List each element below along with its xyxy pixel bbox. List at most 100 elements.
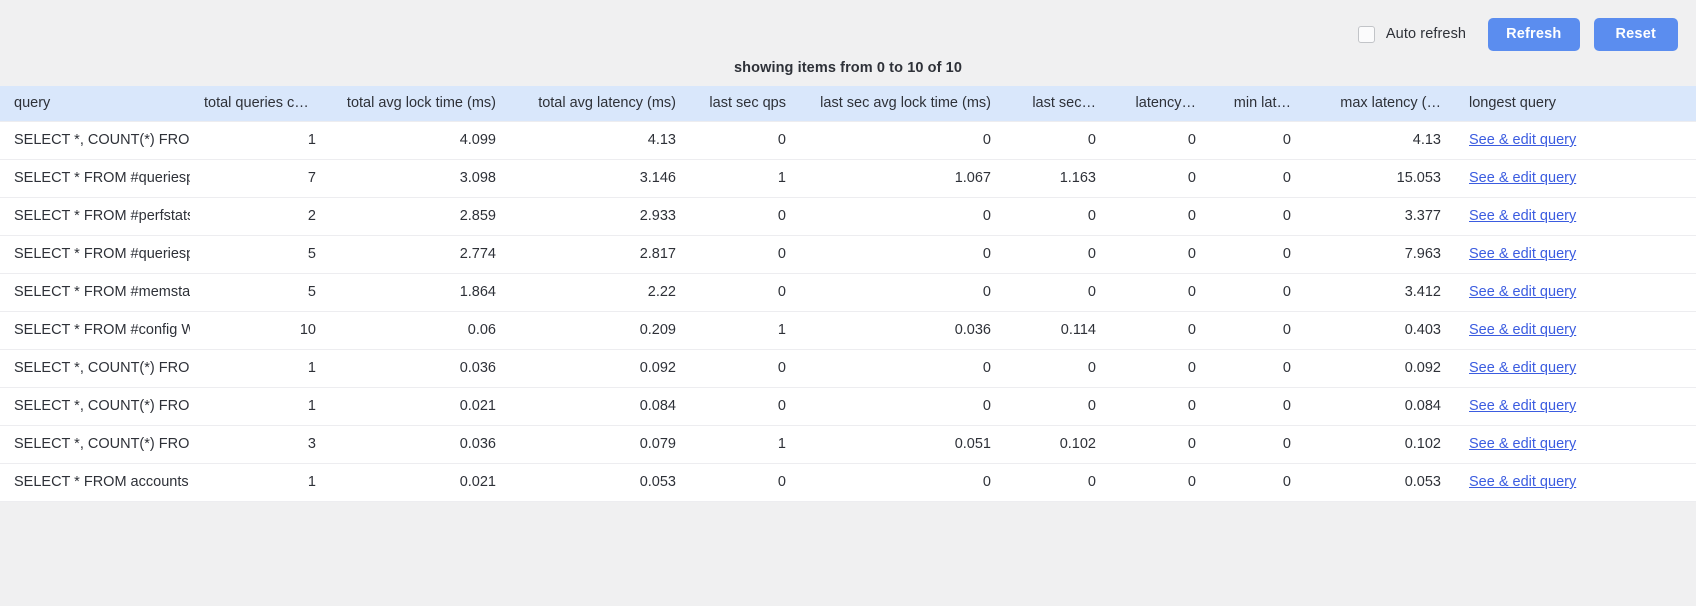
column-header-total-queries-count[interactable]: total queries count [190, 86, 330, 121]
query-cell: SELECT * FROM #config WHE [0, 311, 190, 350]
last-sec-cell: 0 [1005, 387, 1110, 426]
last-sec-avg-lock-time-cell: 0 [800, 235, 1005, 274]
max-latency-cell: 0.102 [1305, 425, 1455, 464]
max-latency-cell: 4.13 [1305, 120, 1455, 160]
see-and-edit-query-link[interactable]: See & edit query [1469, 132, 1576, 148]
table-row[interactable]: SELECT *, COUNT(*) FROM #a14.0994.130000… [0, 120, 1696, 160]
total-avg-lock-time-cell: 0.06 [330, 311, 510, 350]
total-avg-lock-time-cell: 0.021 [330, 463, 510, 502]
see-and-edit-query-link[interactable]: See & edit query [1469, 170, 1576, 186]
column-header-min-latency[interactable]: min lat… [1210, 86, 1305, 121]
total-queries-count-cell: 1 [190, 463, 330, 502]
total-queries-count-cell: 1 [190, 120, 330, 160]
last-sec-cell: 0 [1005, 273, 1110, 312]
last-sec-qps-cell: 0 [690, 349, 800, 388]
last-sec-avg-lock-time-cell: 0 [800, 387, 1005, 426]
latency-cell: 0 [1110, 463, 1210, 502]
max-latency-cell: 0.084 [1305, 387, 1455, 426]
total-queries-count-cell: 5 [190, 235, 330, 274]
total-avg-lock-time-cell: 0.036 [330, 349, 510, 388]
see-and-edit-query-link[interactable]: See & edit query [1469, 398, 1576, 414]
total-queries-count-cell: 1 [190, 349, 330, 388]
column-header-last-sec[interactable]: last sec… [1005, 86, 1110, 121]
total-queries-count-cell: 7 [190, 159, 330, 198]
table-row[interactable]: SELECT *, COUNT(*) FROM #c30.0360.07910.… [0, 425, 1696, 464]
total-avg-lock-time-cell: 1.864 [330, 273, 510, 312]
table-row[interactable]: SELECT * FROM #memstats C51.8642.2200000… [0, 273, 1696, 312]
refresh-button[interactable]: Refresh [1488, 17, 1580, 51]
see-and-edit-query-link[interactable]: See & edit query [1469, 322, 1576, 338]
table-row[interactable]: SELECT * FROM #queriesperf52.7742.817000… [0, 235, 1696, 274]
min-latency-cell: 0 [1210, 197, 1305, 236]
see-and-edit-query-link[interactable]: See & edit query [1469, 436, 1576, 452]
latency-cell: 0 [1110, 159, 1210, 198]
total-queries-count-cell: 5 [190, 273, 330, 312]
auto-refresh-label: Auto refresh [1385, 26, 1467, 42]
queries-table: query total queries count total avg lock… [0, 86, 1696, 502]
total-avg-latency-cell: 3.146 [510, 159, 690, 198]
last-sec-avg-lock-time-cell: 0.036 [800, 311, 1005, 350]
query-cell: SELECT *, COUNT(*) FROM #a [0, 120, 190, 160]
longest-query-cell: See & edit query [1455, 120, 1696, 160]
total-avg-lock-time-cell: 2.859 [330, 197, 510, 236]
column-header-latency[interactable]: latency… [1110, 86, 1210, 121]
queries-table-container: query total queries count total avg lock… [0, 86, 1696, 502]
min-latency-cell: 0 [1210, 120, 1305, 160]
header-row: query total queries count total avg lock… [0, 86, 1696, 121]
last-sec-qps-cell: 0 [690, 197, 800, 236]
last-sec-avg-lock-time-cell: 0.051 [800, 425, 1005, 464]
total-queries-count-cell: 2 [190, 197, 330, 236]
last-sec-avg-lock-time-cell: 1.067 [800, 159, 1005, 198]
last-sec-avg-lock-time-cell: 0 [800, 349, 1005, 388]
last-sec-avg-lock-time-cell: 0 [800, 273, 1005, 312]
see-and-edit-query-link[interactable]: See & edit query [1469, 208, 1576, 224]
table-body: SELECT *, COUNT(*) FROM #a14.0994.130000… [0, 120, 1696, 502]
total-avg-latency-cell: 2.933 [510, 197, 690, 236]
min-latency-cell: 0 [1210, 425, 1305, 464]
last-sec-qps-cell: 1 [690, 311, 800, 350]
longest-query-cell: See & edit query [1455, 197, 1696, 236]
longest-query-cell: See & edit query [1455, 387, 1696, 426]
total-queries-count-cell: 1 [190, 387, 330, 426]
table-row[interactable]: SELECT *, COUNT(*) FROM ac10.0210.084000… [0, 387, 1696, 426]
table-row[interactable]: SELECT *, COUNT(*) FROM ac10.0360.092000… [0, 349, 1696, 388]
auto-refresh-toggle[interactable]: Auto refresh [1357, 25, 1467, 43]
table-row[interactable]: SELECT * FROM #config WHE100.060.20910.0… [0, 311, 1696, 350]
see-and-edit-query-link[interactable]: See & edit query [1469, 246, 1576, 262]
table-row[interactable]: SELECT * FROM #perfstats OR22.8592.93300… [0, 197, 1696, 236]
column-header-total-avg-latency[interactable]: total avg latency (ms) [510, 86, 690, 121]
total-avg-latency-cell: 2.817 [510, 235, 690, 274]
max-latency-cell: 3.377 [1305, 197, 1455, 236]
column-header-last-sec-avg-lock-time[interactable]: last sec avg lock time (ms) [800, 86, 1005, 121]
total-avg-lock-time-cell: 3.098 [330, 159, 510, 198]
column-header-last-sec-qps[interactable]: last sec qps [690, 86, 800, 121]
column-header-longest-query[interactable]: longest query [1455, 86, 1696, 121]
query-cell: SELECT * FROM #queriesperf [0, 235, 190, 274]
table-row[interactable]: SELECT * FROM accounts 1 0.021 0.053 0 0 0 0 0 0.… [0, 463, 1696, 502]
total-avg-lock-time-cell: 0.021 [330, 387, 510, 426]
last-sec-cell: 0 [1005, 349, 1110, 388]
column-header-query[interactable]: query [0, 86, 190, 121]
latency-cell: 0 [1110, 387, 1210, 426]
query-cell: SELECT * FROM #queriesperf [0, 159, 190, 198]
last-sec-qps-cell: 0 [690, 463, 800, 502]
see-and-edit-query-link[interactable]: See & edit query [1469, 284, 1576, 300]
last-sec-cell: 0 [1005, 197, 1110, 236]
total-avg-latency-cell: 4.13 [510, 120, 690, 160]
column-header-total-avg-lock-time[interactable]: total avg lock time (ms) [330, 86, 510, 121]
min-latency-cell: 0 [1210, 387, 1305, 426]
total-avg-latency-cell: 0.084 [510, 387, 690, 426]
last-sec-avg-lock-time-cell: 0 [800, 120, 1005, 160]
last-sec-avg-lock-time-cell: 0 [800, 463, 1005, 502]
longest-query-cell: See & edit query [1455, 273, 1696, 312]
latency-cell: 0 [1110, 120, 1210, 160]
reset-button[interactable]: Reset [1593, 17, 1678, 51]
column-header-max-latency[interactable]: max latency (… [1305, 86, 1455, 121]
table-row[interactable]: SELECT * FROM #queriesperf73.0983.14611.… [0, 159, 1696, 198]
auto-refresh-checkbox[interactable] [1357, 25, 1375, 43]
see-and-edit-query-link[interactable]: See & edit query [1469, 474, 1576, 490]
page-root: Auto refresh Refresh Reset showing items… [0, 0, 1696, 606]
latency-cell: 0 [1110, 197, 1210, 236]
min-latency-cell: 0 [1210, 273, 1305, 312]
see-and-edit-query-link[interactable]: See & edit query [1469, 360, 1576, 376]
